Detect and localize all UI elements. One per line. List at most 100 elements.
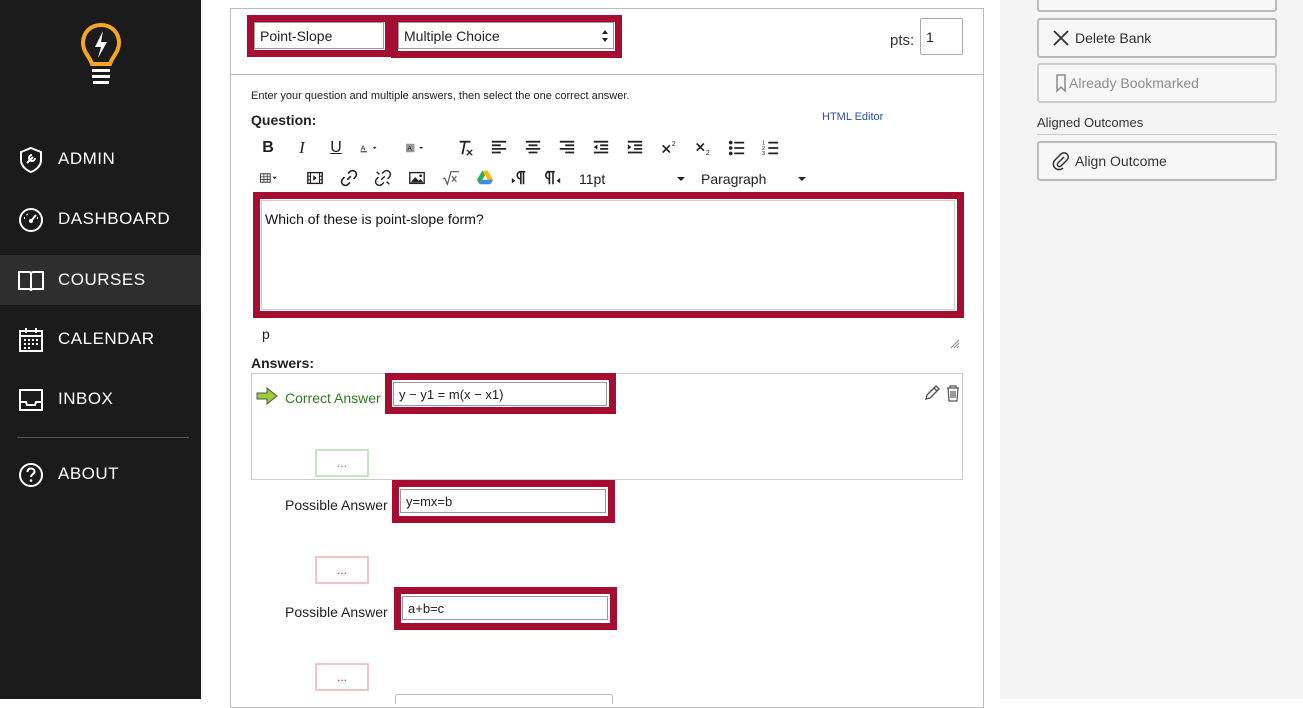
font-size-dropdown[interactable]: 11pt <box>579 170 686 188</box>
table-icon <box>260 173 277 183</box>
answers-label: Answers: <box>251 355 315 371</box>
html-editor-link[interactable]: HTML Editor <box>822 111 883 123</box>
align-left-icon <box>491 140 507 154</box>
answer-input-3[interactable]: a+b=c <box>402 596 608 620</box>
nav-item-about[interactable]: ABOUT <box>0 449 201 499</box>
caret-down-icon <box>798 177 806 181</box>
question-body-text: Which of these is point-slope form? <box>265 211 484 227</box>
align-right-button[interactable] <box>557 138 577 158</box>
text-color-icon: A <box>360 143 377 152</box>
google-drive-button[interactable] <box>475 168 495 188</box>
film-icon <box>307 171 323 185</box>
already-bookmarked-button: Already Bookmarked <box>1037 63 1277 103</box>
nav-item-calendar[interactable]: CALENDAR <box>0 314 201 364</box>
underline-icon: U <box>330 139 342 156</box>
bookmark-bank-button[interactable] <box>1037 0 1277 12</box>
answer-comment-button[interactable]: ... <box>315 556 369 584</box>
paperclip-icon <box>1052 152 1069 171</box>
bullet-list-button[interactable] <box>727 138 747 158</box>
bold-icon: B <box>262 139 274 156</box>
superscript-button[interactable]: 2 <box>659 138 679 158</box>
align-center-button[interactable] <box>523 138 543 158</box>
delete-bank-button[interactable]: Delete Bank <box>1037 18 1277 58</box>
block-format-value: Paragraph <box>701 171 767 187</box>
book-icon <box>17 267 45 295</box>
resize-handle-icon[interactable] <box>950 339 960 349</box>
select-arrows-icon <box>602 29 608 42</box>
nav-item-courses[interactable]: COURSES <box>0 255 201 305</box>
align-center-icon <box>525 140 541 154</box>
pencil-icon[interactable] <box>923 384 941 402</box>
paragraph-ltr-icon <box>511 170 526 185</box>
subscript-icon: 2 <box>696 142 710 157</box>
answer-input-1[interactable]: y − y1 = m(x − x1) <box>393 382 607 406</box>
ltr-direction-button[interactable] <box>509 168 529 188</box>
paragraph-rtl-icon <box>545 170 561 185</box>
italic-button[interactable]: I <box>292 138 312 158</box>
svg-text:2: 2 <box>706 148 710 157</box>
unlink-button[interactable] <box>373 168 393 188</box>
clear-format-button[interactable] <box>455 138 475 158</box>
bold-button[interactable]: B <box>258 138 278 158</box>
question-type-value: Multiple Choice <box>404 27 500 44</box>
highlight-color-icon: A <box>406 143 424 152</box>
possible-answer-label: Possible Answer <box>285 604 388 620</box>
svg-text:3: 3 <box>762 151 765 157</box>
svg-text:A: A <box>407 145 412 152</box>
align-right-icon <box>559 140 575 154</box>
inbox-icon <box>17 386 45 414</box>
numbered-list-button[interactable]: 123 <box>761 138 781 158</box>
block-format-dropdown[interactable]: Paragraph <box>701 170 807 188</box>
question-body-editor[interactable]: Which of these is point-slope form? <box>261 200 955 310</box>
media-button[interactable] <box>305 168 325 188</box>
numbered-list-icon: 123 <box>762 140 779 157</box>
align-left-button[interactable] <box>489 138 509 158</box>
correct-arrow-icon[interactable] <box>256 387 278 405</box>
answer-comment-button[interactable]: ... <box>315 449 369 477</box>
pts-label: pts: <box>890 32 915 49</box>
nav-label-courses: COURSES <box>58 270 146 289</box>
subscript-button[interactable]: 2 <box>693 138 713 158</box>
points-input[interactable]: 1 <box>920 18 963 55</box>
math-equation-button[interactable] <box>441 168 461 188</box>
underline-button[interactable]: U <box>326 138 346 158</box>
image-icon <box>409 171 425 185</box>
section-divider <box>1037 134 1277 135</box>
question-type-select[interactable]: Multiple Choice <box>398 22 614 49</box>
rtl-direction-button[interactable] <box>543 168 563 188</box>
answer-input-2[interactable]: y=mx=b <box>400 489 606 513</box>
outdent-icon <box>593 140 609 154</box>
answer-comment-button[interactable]: ... <box>315 663 369 691</box>
image-button[interactable] <box>407 168 427 188</box>
indent-button[interactable] <box>625 138 645 158</box>
bullet-list-icon <box>728 140 745 156</box>
editor-status-path: p <box>262 326 270 342</box>
align-outcome-label: Align Outcome <box>1075 153 1167 169</box>
svg-text:A: A <box>360 143 366 152</box>
superscript-icon: 2 <box>662 139 676 154</box>
link-button[interactable] <box>339 168 359 188</box>
text-color-button[interactable]: A <box>360 138 398 158</box>
nav-item-admin[interactable]: ADMIN <box>0 134 201 184</box>
trash-icon[interactable] <box>945 384 961 402</box>
align-outcome-button[interactable]: Align Outcome <box>1037 141 1277 181</box>
already-bookmarked-label: Already Bookmarked <box>1069 75 1199 91</box>
clear-formatting-icon <box>459 140 473 156</box>
background-color-button[interactable]: A <box>406 138 444 158</box>
caret-down-icon <box>677 177 685 181</box>
font-size-value: 11pt <box>579 171 606 187</box>
calendar-icon <box>17 326 45 354</box>
lightbulb-logo-icon <box>80 22 122 88</box>
answer-input-4[interactable] <box>395 694 613 704</box>
link-icon <box>340 169 358 187</box>
nav-item-dashboard[interactable]: DASHBOARD <box>0 194 201 244</box>
table-button[interactable] <box>260 168 290 188</box>
square-root-icon <box>442 171 460 187</box>
possible-answer-label: Possible Answer <box>285 497 388 513</box>
nav-label-calendar: CALENDAR <box>58 329 155 348</box>
nav-label-admin: ADMIN <box>58 149 116 168</box>
delete-bank-label: Delete Bank <box>1075 30 1152 46</box>
outdent-button[interactable] <box>591 138 611 158</box>
nav-item-inbox[interactable]: INBOX <box>0 374 201 424</box>
question-name-input[interactable]: Point-Slope <box>254 22 384 49</box>
